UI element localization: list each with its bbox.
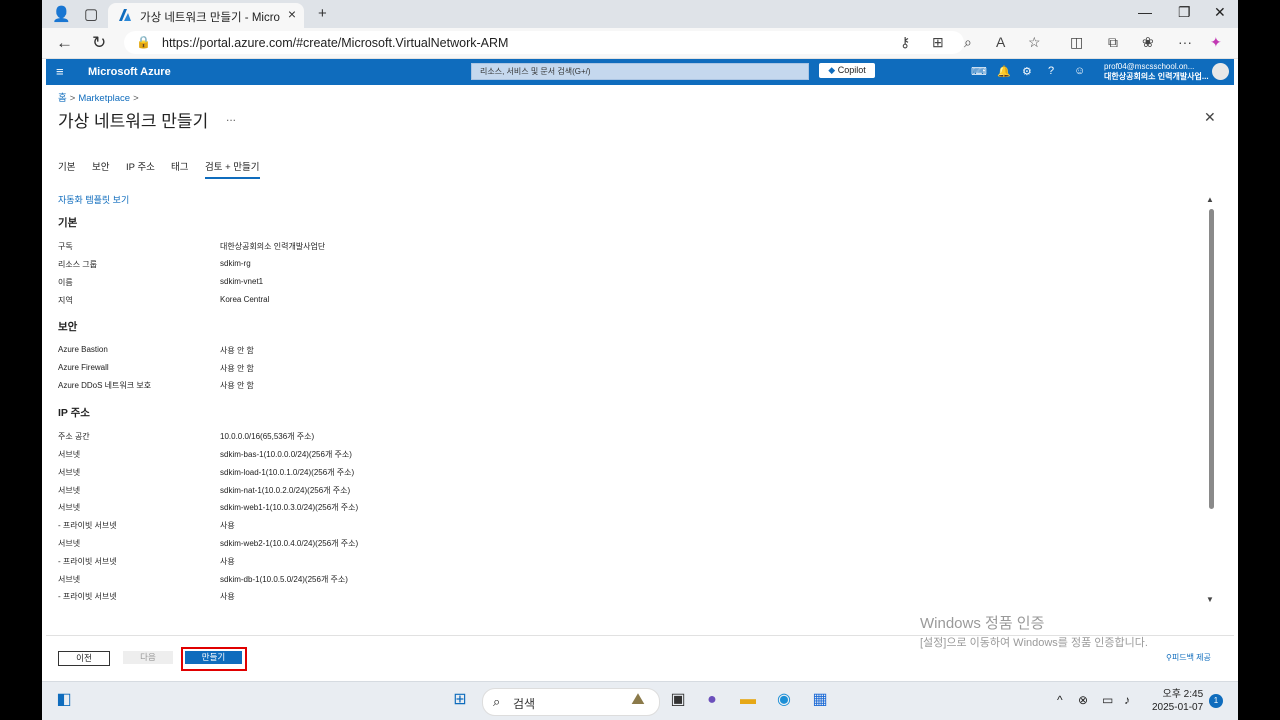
- cloud-shell-icon[interactable]: ⌨: [971, 65, 987, 78]
- feedback-icon[interactable]: ☺: [1074, 65, 1085, 77]
- review-scrollbar[interactable]: ▲ ▼: [1206, 195, 1216, 605]
- scroll-down-icon[interactable]: ▼: [1206, 595, 1214, 604]
- volume-icon[interactable]: ♪: [1124, 693, 1130, 707]
- notifications-icon[interactable]: 🔔: [997, 65, 1011, 78]
- task-view-icon[interactable]: ▣: [668, 690, 688, 710]
- breadcrumb-home[interactable]: 홈: [58, 93, 67, 104]
- screen: 👤 ▢ 가상 네트워크 만들기 - Microsoft × + — ❐ ✕ ← …: [42, 0, 1238, 720]
- create-button[interactable]: 만들기: [185, 651, 242, 664]
- copilot-browser-icon[interactable]: ✦: [1210, 34, 1222, 51]
- breadcrumb: 홈 > Marketplace >: [58, 93, 139, 104]
- section-security-title: 보안: [58, 321, 78, 333]
- user-account[interactable]: prof04@mscsschool.on... 대한상공회의소 인력개발사업..…: [1104, 62, 1209, 82]
- address-bar: ← ↻ 🔒 https://portal.azure.com/#create/M…: [42, 28, 1238, 59]
- windows-taskbar: ◧ ⊞ ⌕ 검색 ⛰ ▣ ● ▬ ◉ ▦ ^ ⊗ ▭ ♪ 오후 2:45 202…: [42, 681, 1238, 720]
- app-available-icon[interactable]: ⊞: [932, 34, 944, 51]
- tab-title: 가상 네트워크 만들기 - Microsoft: [140, 12, 280, 24]
- store-icon[interactable]: ▦: [810, 690, 830, 710]
- window-close-icon[interactable]: ✕: [1214, 4, 1226, 21]
- new-tab-icon[interactable]: +: [318, 5, 327, 22]
- file-explorer-icon[interactable]: ▬: [738, 690, 758, 710]
- lock-icon: 🔒: [136, 35, 151, 49]
- back-icon[interactable]: ←: [56, 33, 73, 53]
- azure-brand[interactable]: Microsoft Azure: [88, 66, 171, 78]
- windows-activation-title: Windows 정품 인증: [920, 615, 1045, 632]
- tab-basics[interactable]: 기본: [58, 159, 75, 173]
- section-basics-title: 기본: [58, 217, 78, 229]
- tab-close-icon[interactable]: ×: [288, 6, 296, 22]
- scroll-up-icon[interactable]: ▲: [1206, 195, 1214, 204]
- azure-header: ≡ Microsoft Azure 리소스, 서비스 및 문서 검색(G+/) …: [46, 59, 1234, 85]
- profile-icon[interactable]: 👤: [52, 5, 71, 23]
- search-placeholder: 리소스, 서비스 및 문서 검색(G+/): [480, 67, 591, 76]
- user-email: prof04@mscsschool.on...: [1104, 62, 1195, 71]
- settings-gear-icon[interactable]: ⚙: [1022, 65, 1032, 78]
- copilot-button[interactable]: ◆ Copilot: [819, 63, 875, 78]
- tab-review-create[interactable]: 검토 + 만들기: [205, 159, 260, 179]
- azure-logo-icon: [119, 9, 131, 21]
- taskbar-search-icon: ⌕: [493, 694, 501, 709]
- edge-browser-icon[interactable]: ◉: [774, 690, 794, 710]
- azure-search-input[interactable]: 리소스, 서비스 및 문서 검색(G+/): [471, 63, 809, 80]
- blade-close-icon[interactable]: ✕: [1204, 109, 1216, 126]
- system-clock[interactable]: 오후 2:45 2025-01-07: [1152, 688, 1203, 714]
- start-windows-icon[interactable]: ⊞: [450, 690, 470, 710]
- tab-security[interactable]: 보안: [92, 159, 109, 173]
- extensions-icon[interactable]: ❀: [1142, 34, 1154, 51]
- copilot-icon: ◆: [828, 65, 836, 75]
- widgets-icon[interactable]: ◧: [54, 690, 74, 710]
- minimize-icon[interactable]: —: [1138, 4, 1152, 20]
- tab-tags[interactable]: 태그: [171, 159, 188, 173]
- network-icon[interactable]: ▭: [1102, 693, 1113, 707]
- zoom-icon[interactable]: ⌕: [964, 34, 972, 51]
- tray-chevron-icon[interactable]: ^: [1057, 693, 1063, 707]
- browser-tab-active[interactable]: 가상 네트워크 만들기 - Microsoft ×: [108, 3, 304, 28]
- copilot-label: Copilot: [837, 65, 866, 75]
- search-highlight-icon: ⛰: [631, 691, 645, 708]
- browser-tab-bar: 👤 ▢ 가상 네트워크 만들기 - Microsoft × + — ❐ ✕: [42, 0, 1238, 28]
- previous-button[interactable]: 이전: [58, 651, 110, 666]
- clock-time: 오후 2:45: [1162, 689, 1204, 700]
- menu-icon[interactable]: ≡: [56, 64, 64, 79]
- section-ip-title: IP 주소: [58, 407, 90, 419]
- scroll-thumb[interactable]: [1209, 209, 1214, 509]
- clock-date: 2025-01-07: [1152, 702, 1204, 713]
- more-icon[interactable]: ...: [226, 110, 236, 124]
- view-automation-template-link[interactable]: 자동화 템플릿 보기: [58, 193, 129, 206]
- tray-app-icon[interactable]: ⊗: [1078, 693, 1088, 707]
- wizard-footer: 이전 다음 만들기 ⚲피드백 제공: [46, 635, 1234, 681]
- restore-icon[interactable]: ❐: [1178, 4, 1191, 21]
- avatar[interactable]: [1212, 63, 1229, 80]
- breadcrumb-marketplace[interactable]: Marketplace: [78, 93, 130, 104]
- url-text: https://portal.azure.com/#create/Microso…: [162, 36, 509, 50]
- read-aloud-icon[interactable]: A: [996, 34, 1005, 50]
- refresh-icon[interactable]: ↻: [92, 33, 106, 53]
- tab-ip-addresses[interactable]: IP 주소: [126, 159, 155, 173]
- split-screen-icon[interactable]: ◫: [1070, 34, 1083, 51]
- user-org: 대한상공회의소 인력개발사업...: [1104, 72, 1209, 81]
- key-icon[interactable]: ⚷: [900, 34, 910, 51]
- next-button[interactable]: 다음: [123, 651, 173, 664]
- favorite-star-icon[interactable]: ☆: [1028, 34, 1041, 51]
- collections-icon[interactable]: ⧉: [1108, 34, 1118, 51]
- notification-badge[interactable]: 1: [1209, 694, 1223, 708]
- teams-chat-icon[interactable]: ●: [702, 690, 722, 710]
- main-content: 홈 > Marketplace > 가상 네트워크 만들기 ... ✕ 기본 보안 I…: [46, 85, 1234, 680]
- help-icon[interactable]: ?: [1048, 65, 1054, 77]
- taskbar-search-label: 검색: [513, 697, 536, 711]
- feedback-link[interactable]: ⚲피드백 제공: [1166, 652, 1211, 663]
- more-options-icon[interactable]: ···: [1178, 34, 1192, 50]
- page-title: 가상 네트워크 만들기: [58, 112, 209, 131]
- tab-actions-icon[interactable]: ▢: [84, 5, 98, 23]
- url-field[interactable]: 🔒 https://portal.azure.com/#create/Micro…: [124, 31, 964, 54]
